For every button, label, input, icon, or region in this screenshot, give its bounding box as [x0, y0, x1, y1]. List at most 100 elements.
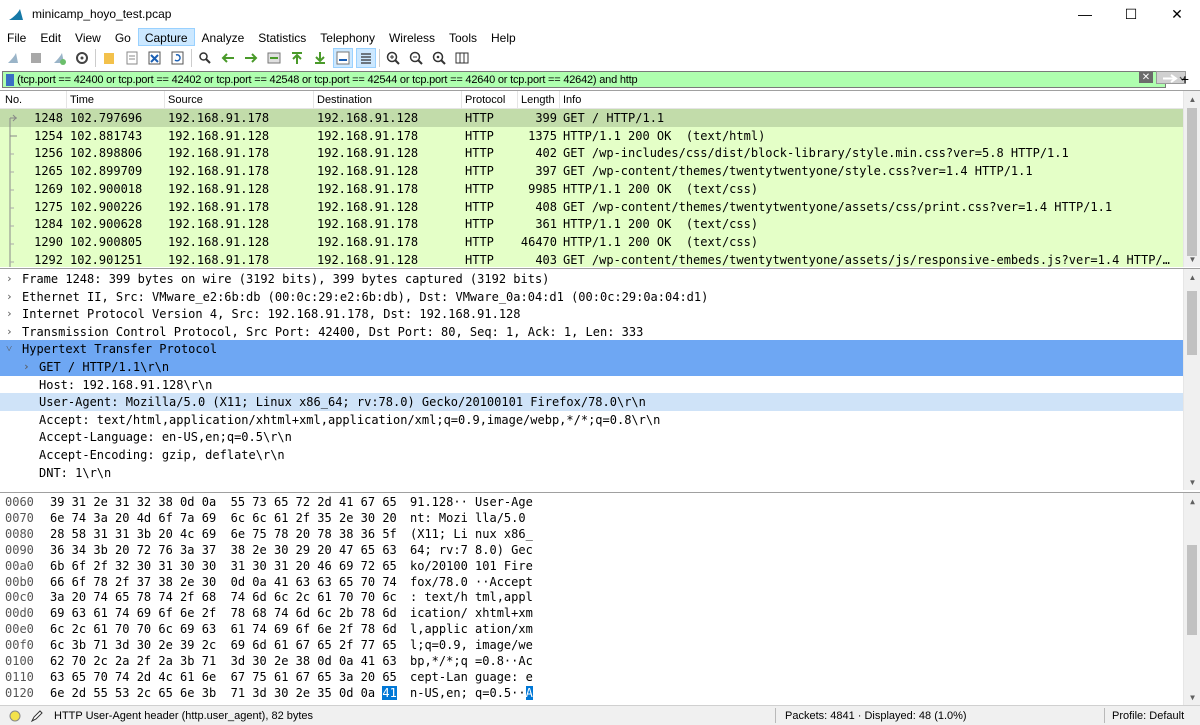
stop-capture-icon[interactable]: [26, 48, 46, 68]
collapse-chevron-icon[interactable]: ˅: [6, 340, 12, 358]
menu-go[interactable]: Go: [108, 28, 138, 46]
zoom-out-icon[interactable]: [406, 48, 426, 68]
detail-row[interactable]: Accept: text/html,application/xhtml+xml,…: [0, 411, 1183, 429]
bytes-hex[interactable]: 28 58 31 31 3b 20 4c 69 6e 75 78 20 78 3…: [50, 526, 397, 543]
detail-row[interactable]: › Internet Protocol Version 4, Src: 192.1…: [0, 305, 1183, 323]
scroll-down-icon[interactable]: ▼: [1184, 251, 1200, 267]
bytes-hex[interactable]: 6c 2c 61 70 70 6c 69 63 61 74 69 6f 6e 2…: [50, 621, 397, 638]
bytes-hex[interactable]: 62 70 2c 2a 2f 2a 3b 71 3d 30 2e 38 0d 0…: [50, 653, 397, 670]
display-filter-input[interactable]: (tcp.port == 42400 or tcp.port == 42402 …: [2, 71, 1166, 88]
bytes-ascii[interactable]: ko/20100 101 Fire: [410, 558, 533, 575]
scrollbar-thumb[interactable]: [1187, 108, 1197, 256]
packet-row[interactable]: 1269 102.900018 192.168.91.128 192.168.91.1…: [0, 179, 1183, 198]
packet-row[interactable]: 1254 102.881743 192.168.91.128 192.168.91.1…: [0, 126, 1183, 145]
find-packet-icon[interactable]: [195, 48, 215, 68]
bytes-ascii[interactable]: l;q=0.9, image/we: [410, 637, 533, 654]
column-length[interactable]: Length: [521, 93, 555, 107]
last-packet-icon[interactable]: [310, 48, 330, 68]
expand-chevron-icon[interactable]: ›: [6, 288, 13, 306]
detail-row[interactable]: › Transmission Control Protocol, Src Port…: [0, 323, 1183, 341]
menu-statistics[interactable]: Statistics: [251, 28, 313, 46]
detail-row[interactable]: › Ethernet II, Src: VMware_e2:6b:db (00:0…: [0, 288, 1183, 306]
bytes-hex[interactable]: 6b 6f 2f 32 30 31 30 30 31 30 31 20 46 6…: [50, 558, 397, 575]
detail-row[interactable]: Host: 192.168.91.128\r\n: [0, 376, 1183, 394]
column-protocol[interactable]: Protocol: [465, 93, 505, 107]
bytes-hex[interactable]: 63 65 70 74 2d 4c 61 6e 67 75 61 67 65 3…: [50, 669, 397, 686]
scroll-up-icon[interactable]: ▲: [1184, 493, 1200, 510]
bytes-ascii[interactable]: : text/h tml,appl: [410, 589, 533, 606]
expand-chevron-icon[interactable]: ›: [6, 305, 13, 323]
expand-chevron-icon[interactable]: ›: [6, 270, 13, 288]
minimize-button[interactable]: —: [1062, 0, 1108, 28]
bytes-hex[interactable]: 36 34 3b 20 72 76 3a 37 38 2e 30 29 20 4…: [50, 542, 397, 559]
bytes-hex[interactable]: 66 6f 78 2f 37 38 2e 30 0d 0a 41 63 63 6…: [50, 574, 397, 591]
bytes-ascii[interactable]: ication/ xhtml+xm: [410, 605, 533, 622]
menu-tools[interactable]: Tools: [442, 28, 484, 46]
scroll-up-icon[interactable]: ▲: [1184, 269, 1200, 286]
packet-row[interactable]: 1275 102.900226 192.168.91.178 192.168.91.1…: [0, 197, 1183, 216]
packet-row[interactable]: 1292 102.901251 192.168.91.178 192.168.91.1…: [0, 250, 1183, 267]
scroll-up-icon[interactable]: ▲: [1184, 91, 1200, 108]
bytes-ascii[interactable]: 91.128·· User-Age: [410, 494, 533, 511]
column-time[interactable]: Time: [70, 93, 94, 107]
detail-row[interactable]: › GET / HTTP/1.1\r\n: [0, 358, 1183, 376]
scroll-down-icon[interactable]: ▼: [1184, 474, 1200, 490]
bytes-ascii[interactable]: fox/78.0 ··Accept: [410, 574, 533, 591]
column-no[interactable]: No.: [5, 93, 22, 107]
bytes-hex[interactable]: 39 31 2e 31 32 38 0d 0a 55 73 65 72 2d 4…: [50, 494, 397, 511]
auto-scroll-icon[interactable]: [333, 48, 353, 68]
menu-edit[interactable]: Edit: [33, 28, 68, 46]
column-destination[interactable]: Destination: [317, 93, 372, 107]
zoom-normal-icon[interactable]: [429, 48, 449, 68]
packet-row[interactable]: 1256 102.898806 192.168.91.178 192.168.91.1…: [0, 144, 1183, 163]
column-source[interactable]: Source: [168, 93, 203, 107]
detail-row[interactable]: › Frame 1248: 399 bytes on wire (3192 bit…: [0, 270, 1183, 288]
bytes-hex[interactable]: 69 63 61 74 69 6f 6e 2f 78 68 74 6d 6c 2…: [50, 605, 397, 622]
clear-filter-icon[interactable]: ✕: [1139, 72, 1153, 83]
packet-list-scrollbar[interactable]: ▲ ▼: [1183, 91, 1200, 267]
detail-row[interactable]: User-Agent: Mozilla/5.0 (X11; Linux x86_…: [0, 393, 1183, 412]
detail-row[interactable]: DNT: 1\r\n: [0, 464, 1183, 482]
packet-row[interactable]: 1284 102.900628 192.168.91.128 192.168.91.1…: [0, 215, 1183, 234]
bytes-ascii[interactable]: (X11; Li nux x86_: [410, 526, 533, 543]
details-scrollbar[interactable]: ▲ ▼: [1183, 269, 1200, 490]
scrollbar-thumb[interactable]: [1187, 545, 1197, 635]
menu-file[interactable]: File: [0, 28, 33, 46]
bookmark-icon[interactable]: [6, 73, 14, 86]
packet-row[interactable]: 1265 102.899709 192.168.91.178 192.168.91.1…: [0, 162, 1183, 181]
bytes-hex[interactable]: 3a 20 74 65 78 74 2f 68 74 6d 6c 2c 61 7…: [50, 589, 397, 606]
scroll-down-icon[interactable]: ▼: [1184, 689, 1200, 705]
edit-comment-icon[interactable]: [30, 709, 44, 723]
bytes-ascii[interactable]: cept-Lan guage: e: [410, 669, 533, 686]
go-to-packet-icon[interactable]: [264, 48, 284, 68]
add-filter-button[interactable]: +: [1170, 70, 1200, 88]
bytes-hex[interactable]: 6c 3b 71 3d 30 2e 39 2c 69 6d 61 67 65 2…: [50, 637, 397, 654]
close-button[interactable]: ✕: [1154, 0, 1200, 28]
capture-options-icon[interactable]: [72, 48, 92, 68]
bytes-ascii[interactable]: n-US,en; q=0.5··A: [410, 685, 533, 702]
scrollbar-thumb[interactable]: [1187, 291, 1197, 355]
detail-row[interactable]: Accept-Language: en-US,en;q=0.5\r\n: [0, 428, 1183, 446]
reload-file-icon[interactable]: [168, 48, 188, 68]
menu-analyze[interactable]: Analyze: [195, 28, 252, 46]
packet-row[interactable]: 1290 102.900805 192.168.91.128 192.168.91.1…: [0, 232, 1183, 251]
start-capture-icon[interactable]: [3, 48, 23, 68]
bytes-ascii[interactable]: l,applic ation/xm: [410, 621, 533, 638]
restart-capture-icon[interactable]: [49, 48, 69, 68]
go-forward-icon[interactable]: [241, 48, 261, 68]
menu-help[interactable]: Help: [484, 28, 523, 46]
menu-telephony[interactable]: Telephony: [313, 28, 382, 46]
expand-chevron-icon[interactable]: ›: [6, 323, 13, 341]
bytes-hex[interactable]: 6e 2d 55 53 2c 65 6e 3b 71 3d 30 2e 35 0…: [50, 685, 397, 702]
menu-view[interactable]: View: [68, 28, 108, 46]
detail-row[interactable]: ˅ Hypertext Transfer Protocol: [0, 340, 1183, 359]
zoom-in-icon[interactable]: [383, 48, 403, 68]
bytes-ascii[interactable]: nt: Mozi lla/5.0: [410, 510, 533, 527]
bytes-hex[interactable]: 6e 74 3a 20 4d 6f 7a 69 6c 6c 61 2f 35 2…: [50, 510, 397, 527]
status-profile[interactable]: Profile: Default: [1112, 708, 1184, 724]
bytes-scrollbar[interactable]: ▲ ▼: [1183, 493, 1200, 705]
detail-row[interactable]: Accept-Encoding: gzip, deflate\r\n: [0, 446, 1183, 464]
close-file-icon[interactable]: [145, 48, 165, 68]
menu-capture[interactable]: Capture: [137, 28, 195, 46]
bytes-ascii[interactable]: bp,*/*;q =0.8··Ac: [410, 653, 533, 670]
